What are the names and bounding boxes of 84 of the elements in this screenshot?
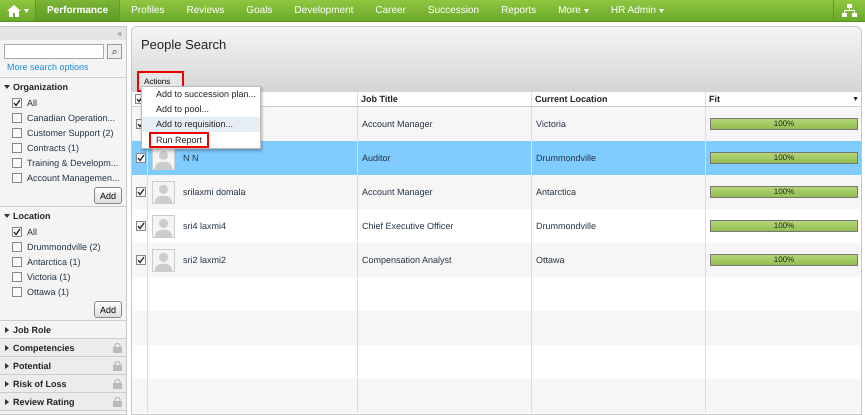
home-icon [6, 4, 20, 16]
caret-icon [4, 380, 10, 386]
avatar-icon [152, 214, 175, 238]
checkbox[interactable] [12, 128, 22, 138]
add-button[interactable]: Add [94, 187, 122, 204]
location: Ottawa [536, 255, 565, 265]
filter-section-header[interactable]: Review Rating [0, 393, 126, 410]
column-header[interactable]: Job Title [361, 94, 398, 104]
job-title: Account Manager [362, 187, 433, 197]
fit-value: 100% [772, 187, 796, 197]
menu-item[interactable]: Run Report [149, 132, 210, 148]
caret-icon [4, 84, 10, 90]
checkbox[interactable] [12, 242, 22, 252]
filter-section-header[interactable]: Risk of Loss [0, 375, 126, 392]
caret-icon [4, 212, 10, 218]
lock-icon [113, 342, 122, 352]
search-button[interactable]: ⌕ [107, 44, 122, 59]
checkbox[interactable] [136, 221, 146, 231]
add-button[interactable]: Add [94, 301, 122, 318]
checkbox[interactable] [136, 255, 146, 265]
person-name[interactable]: sri4 laxmi4 [183, 221, 226, 231]
fit-value: 100% [772, 119, 796, 129]
checkbox[interactable] [136, 153, 146, 163]
caret-icon [658, 9, 664, 13]
caret-icon [4, 344, 10, 350]
filter-option-label: Drummondville (2) [27, 242, 101, 252]
filter-option-label: Antarctica (1) [27, 256, 81, 266]
checkbox[interactable] [136, 187, 146, 197]
person-name[interactable]: srilaxmi domala [183, 187, 246, 197]
search-field[interactable] [4, 44, 104, 59]
avatar-icon [152, 180, 175, 204]
location: Victoria [536, 119, 566, 129]
location: Drummondville [536, 153, 596, 163]
caret-icon [4, 362, 10, 368]
job-title: Compensation Analyst [362, 255, 452, 265]
checkbox[interactable] [12, 172, 22, 182]
caret-icon [24, 8, 28, 12]
filter-option-label: Customer Support (2) [27, 128, 114, 138]
checkbox[interactable] [12, 286, 22, 296]
job-title: Account Manager [362, 119, 433, 129]
lock-icon [113, 396, 122, 406]
checkbox[interactable] [12, 256, 22, 266]
checkbox[interactable] [12, 98, 22, 108]
caret-icon [584, 9, 589, 13]
location: Drummondville [536, 221, 596, 231]
page-title: People Search [141, 37, 228, 52]
column-header[interactable]: Fit [709, 94, 720, 104]
person-name[interactable]: sri2 laxmi2 [183, 255, 226, 265]
filter-section-header[interactable]: Potential [0, 357, 126, 374]
fit-value: 100% [772, 221, 796, 231]
org-chart-icon [842, 4, 857, 18]
checkbox[interactable] [12, 272, 22, 282]
collapse-button[interactable]: « [118, 27, 122, 40]
filter-option-label: Contracts (1) [27, 142, 80, 152]
avatar-icon [152, 248, 175, 272]
filter-option-label: All [27, 98, 38, 108]
filter-section-header[interactable]: Job Role [0, 321, 126, 338]
checkbox[interactable] [12, 142, 22, 152]
menu-item[interactable]: Add to succession plan... [142, 87, 260, 102]
fit-value: 100% [772, 255, 796, 265]
fit-value: 100% [772, 153, 796, 163]
menu-item[interactable]: Add to pool... [142, 102, 260, 117]
lock-icon [113, 360, 122, 370]
filter-option-label: Training & Developm... [27, 158, 118, 168]
filter-option-label: Account Managemen... [27, 172, 120, 182]
filter-section-header[interactable]: Organization [0, 78, 126, 95]
filter-section-header[interactable]: Competencies [0, 339, 126, 356]
filter-option-label: Ottawa (1) [27, 286, 70, 296]
caret-icon [4, 326, 10, 332]
caret-icon [4, 398, 10, 404]
filter-option-label: All [27, 226, 38, 236]
lock-icon [113, 378, 122, 388]
person-name[interactable]: N N [183, 153, 198, 163]
job-title: Chief Executive Officer [362, 221, 454, 231]
filter-option-label: Victoria (1) [27, 272, 70, 282]
job-title: Auditor [362, 153, 391, 163]
location: Antarctica [536, 187, 576, 197]
checkbox[interactable] [12, 158, 22, 168]
menu-item[interactable]: Add to requisition... [142, 117, 260, 132]
filter-option-label: Canadian Operation... [27, 112, 116, 122]
checkbox[interactable] [12, 112, 22, 122]
filter-section-header[interactable]: Location [0, 207, 126, 224]
column-header[interactable]: Current Location [535, 94, 608, 104]
checkbox[interactable] [12, 226, 22, 236]
